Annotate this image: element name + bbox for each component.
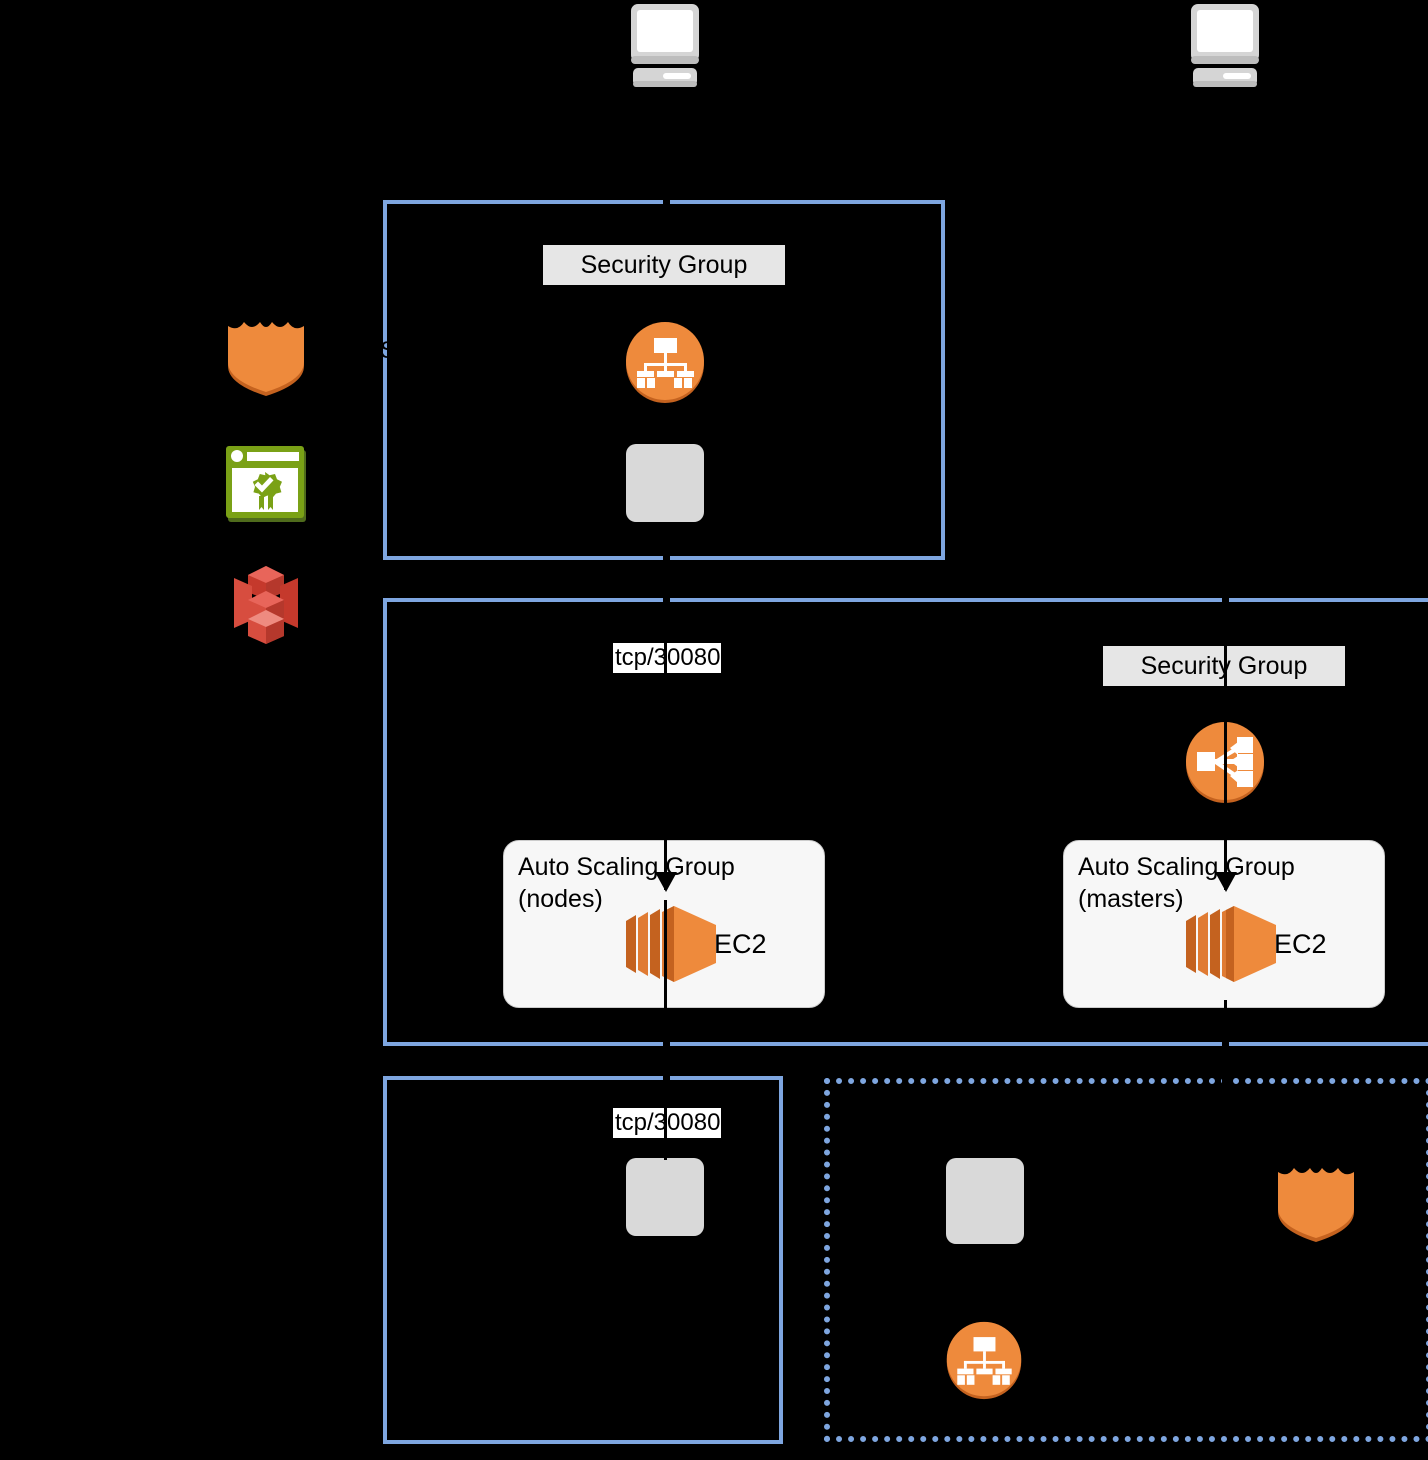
connector-line-nodes-lower [664, 900, 667, 1080]
connector-line-bottom [664, 1100, 667, 1160]
rounded-square-icon [946, 1158, 1024, 1244]
hierarchy-icon [942, 1318, 1026, 1402]
certificate-icon [222, 440, 310, 526]
desktop-computer-icon [615, 2, 715, 88]
desktop-computer-icon [1175, 2, 1275, 88]
port-label-nodes: tcp/30080 [613, 643, 721, 673]
connector-line-masters-lower [1224, 1000, 1227, 1090]
connector-mask [663, 196, 670, 208]
rounded-square-icon [626, 1158, 704, 1236]
ec2-label-nodes: EC2 [714, 929, 767, 959]
connector-line-nodes [664, 560, 667, 890]
ec2-instances-icon [618, 901, 728, 987]
port-label-bottom: tcp/30080 [613, 1108, 721, 1138]
ec2-instances-icon [1178, 901, 1288, 987]
bottom-left-subnet-boundary [383, 1076, 783, 1444]
arrow-head-nodes [655, 872, 677, 892]
diagram-canvas: S Security Group tcp/30080 Security Grou… [0, 0, 1428, 1460]
external-region-boundary [824, 1078, 1428, 1442]
arrow-head-masters [1215, 872, 1237, 892]
clipped-subnet-label: S [380, 337, 392, 364]
security-group-label-public: Security Group [543, 245, 785, 285]
s3-bucket-icon [222, 562, 310, 648]
shield-icon [1272, 1158, 1360, 1244]
rounded-square-icon [626, 444, 704, 522]
shield-icon [222, 312, 310, 398]
ec2-label-masters: EC2 [1274, 929, 1327, 959]
hierarchy-icon [621, 318, 709, 406]
connector-line-masters [1224, 600, 1227, 890]
